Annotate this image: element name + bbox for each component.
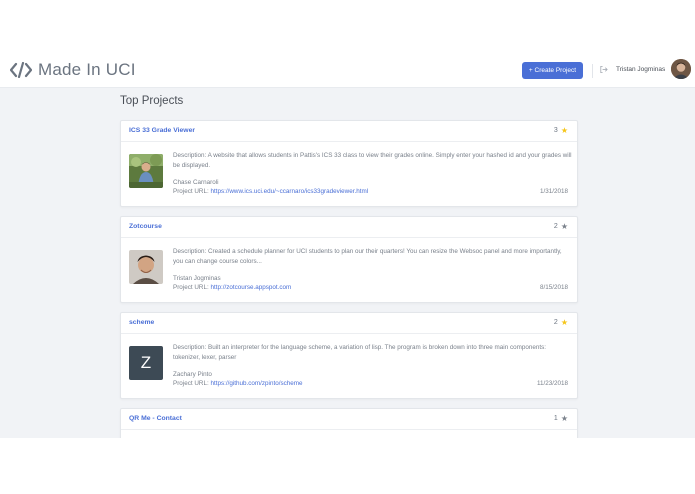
project-url: Project URL: http://zotcourse.appspot.co… (173, 284, 292, 291)
card-body: Z Description: Built an interpreter for … (121, 334, 577, 398)
rating[interactable]: 3 ★ (554, 126, 568, 135)
project-url: Project URL: https://www.ics.uci.edu/~cc… (173, 188, 369, 195)
project-card: Zotcourse 2 ★ Description: Created a sch… (120, 216, 578, 303)
user-avatar[interactable] (671, 59, 691, 79)
top-whitespace (0, 0, 695, 52)
project-thumbnail (129, 154, 163, 188)
card-header: scheme 2 ★ (121, 313, 577, 334)
navbar: Made In UCI + Create Project Tristan Jog… (0, 52, 695, 88)
project-url-link[interactable]: http://zotcourse.appspot.com (210, 284, 291, 291)
star-icon[interactable]: ★ (561, 222, 568, 231)
rating-count: 2 (553, 319, 558, 326)
main-content: Top Projects ICS 33 Grade Viewer 3 ★ Des… (0, 88, 695, 438)
rating-count: 2 (553, 223, 558, 230)
rating-count: 3 (553, 127, 558, 134)
project-card: ICS 33 Grade Viewer 3 ★ Description: A w… (120, 120, 578, 207)
project-date: 8/15/2018 (539, 284, 568, 291)
project-description: Description: Built an interpreter for th… (173, 344, 547, 361)
project-title-link[interactable]: ICS 33 Grade Viewer (129, 127, 195, 134)
card-header: Zotcourse 2 ★ (121, 217, 577, 238)
card-header: ICS 33 Grade Viewer 3 ★ (121, 121, 577, 142)
project-description: Description: A website that allows stude… (173, 152, 572, 169)
sign-out-icon[interactable] (599, 65, 608, 74)
project-date: 1/31/2018 (539, 188, 568, 195)
project-title-link[interactable]: Zotcourse (129, 223, 162, 230)
logo-text: Made In UCI (38, 60, 136, 79)
logo[interactable]: Made In UCI (10, 60, 136, 80)
star-icon[interactable]: ★ (561, 414, 568, 423)
project-author: Zachary Pinto (173, 371, 212, 378)
create-project-button[interactable]: + Create Project (522, 62, 583, 79)
project-card: scheme 2 ★ Z Description: Built an inter… (120, 312, 578, 399)
project-title-link[interactable]: scheme (129, 319, 154, 326)
rating-count: 1 (553, 415, 558, 422)
project-thumbnail (129, 250, 163, 284)
project-author: Chase Carnaroli (173, 179, 219, 186)
project-thumbnail: Z (129, 346, 163, 380)
page-title: Top Projects (120, 95, 184, 107)
project-author: Tristan Jogminas (173, 275, 221, 282)
rating[interactable]: 2 ★ (554, 318, 568, 327)
code-icon (10, 62, 32, 78)
project-description: Description: Created a schedule planner … (173, 248, 562, 265)
card-body: Description: A website that allows stude… (121, 142, 577, 206)
card-body: Description: Created a schedule planner … (121, 238, 577, 302)
star-icon[interactable]: ★ (561, 318, 568, 327)
rating[interactable]: 1 ★ (554, 414, 568, 423)
project-url-link[interactable]: https://github.com/zpinto/scheme (210, 380, 302, 387)
project-card: QR Me - Contact 1 ★ (120, 408, 578, 438)
project-title-link[interactable]: QR Me - Contact (129, 415, 182, 422)
project-date: 11/23/2018 (536, 380, 568, 387)
card-header: QR Me - Contact 1 ★ (121, 409, 577, 430)
star-icon[interactable]: ★ (561, 126, 568, 135)
navbar-divider (592, 64, 593, 78)
rating[interactable]: 2 ★ (554, 222, 568, 231)
project-url: Project URL: https://github.com/zpinto/s… (173, 380, 303, 387)
user-name[interactable]: Tristan Jogminas (616, 66, 665, 73)
bottom-whitespace (0, 438, 695, 494)
project-url-link[interactable]: https://www.ics.uci.edu/~ccarnaro/ics33g… (210, 188, 368, 195)
